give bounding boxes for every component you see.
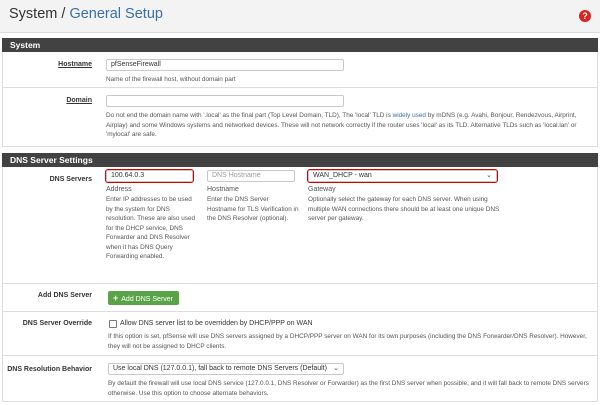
dns-override-row: DNS Server Override Allow DNS server lis… — [2, 312, 598, 356]
address-help: Enter IP addresses to be used by the sys… — [106, 196, 196, 260]
dns-resolution-row: DNS Resolution Behavior Use local DNS (1… — [2, 356, 598, 402]
question-circle-icon[interactable]: ? — [579, 10, 591, 22]
hostname-input[interactable]: pfSenseFirewall — [106, 59, 344, 71]
add-dns-server-button[interactable]: + Add DNS Server — [108, 291, 180, 305]
dns-resolution-selected-value: Use local DNS (127.0.0.1), fall back to … — [113, 365, 327, 372]
hostname-label: Hostname — [58, 61, 92, 68]
plus-icon: + — [113, 293, 119, 303]
chevron-down-icon: ⌄ — [333, 365, 339, 372]
dns-hostname-input[interactable]: DNS Hostname — [207, 170, 295, 182]
hostname-column-label: Hostname — [207, 186, 239, 193]
hostname-help: Name of the firewall host, without domai… — [106, 76, 236, 83]
dns-address-input[interactable]: 100.64.0.3 — [105, 169, 194, 183]
add-dns-server-label: Add DNS Server — [37, 292, 92, 299]
gateway-select[interactable]: WAN_DHCP - wan ⌄ — [307, 169, 498, 183]
dns-servers-label: DNS Servers — [49, 176, 92, 183]
system-panel-header: System — [2, 38, 598, 52]
gateway-column-label: Gateway — [308, 186, 336, 193]
dns-resolution-select[interactable]: Use local DNS (127.0.0.1), fall back to … — [108, 363, 344, 375]
dns-hostname-help: Enter the DNS Server Hostname for TLS Ve… — [207, 196, 299, 222]
chevron-down-icon: ⌄ — [486, 172, 492, 179]
breadcrumb-current[interactable]: General Setup — [69, 6, 163, 22]
domain-help: Do not end the domain name with '.local'… — [106, 112, 577, 138]
domain-row: Domain Do not end the domain name with '… — [2, 88, 598, 147]
address-column-label: Address — [106, 186, 132, 193]
dns-servers-row: DNS Servers 100.64.0.3 Address Enter IP … — [2, 167, 598, 284]
domain-label: Domain — [66, 97, 92, 104]
breadcrumb-root[interactable]: System — [9, 6, 57, 22]
dns-panel-header: DNS Server Settings — [2, 153, 598, 167]
page-header: System / General Setup ? — [0, 0, 600, 33]
gateway-selected-value: WAN_DHCP - wan — [313, 172, 372, 179]
domain-input[interactable] — [106, 95, 344, 107]
breadcrumb-separator: / — [57, 6, 70, 22]
add-dns-server-button-label: Add DNS Server — [121, 296, 174, 303]
dns-resolution-help: By default the firewall will use local D… — [108, 380, 589, 397]
dns-override-checkbox-label[interactable]: Allow DNS server list to be overridden b… — [120, 320, 313, 327]
dns-override-help: If this option is set, pfSense will use … — [108, 333, 587, 350]
add-dns-server-row: Add DNS Server + Add DNS Server — [2, 284, 598, 312]
dns-resolution-label: DNS Resolution Behavior — [7, 366, 92, 373]
dns-override-checkbox[interactable] — [109, 320, 117, 328]
hostname-row: Hostname pfSenseFirewall Name of the fir… — [2, 52, 598, 88]
breadcrumb: System / General Setup — [9, 6, 163, 22]
dns-override-label: DNS Server Override — [22, 320, 92, 327]
gateway-help: Optionally select the gateway for each D… — [308, 196, 500, 222]
widely-used-link[interactable]: widely used — [393, 112, 426, 119]
